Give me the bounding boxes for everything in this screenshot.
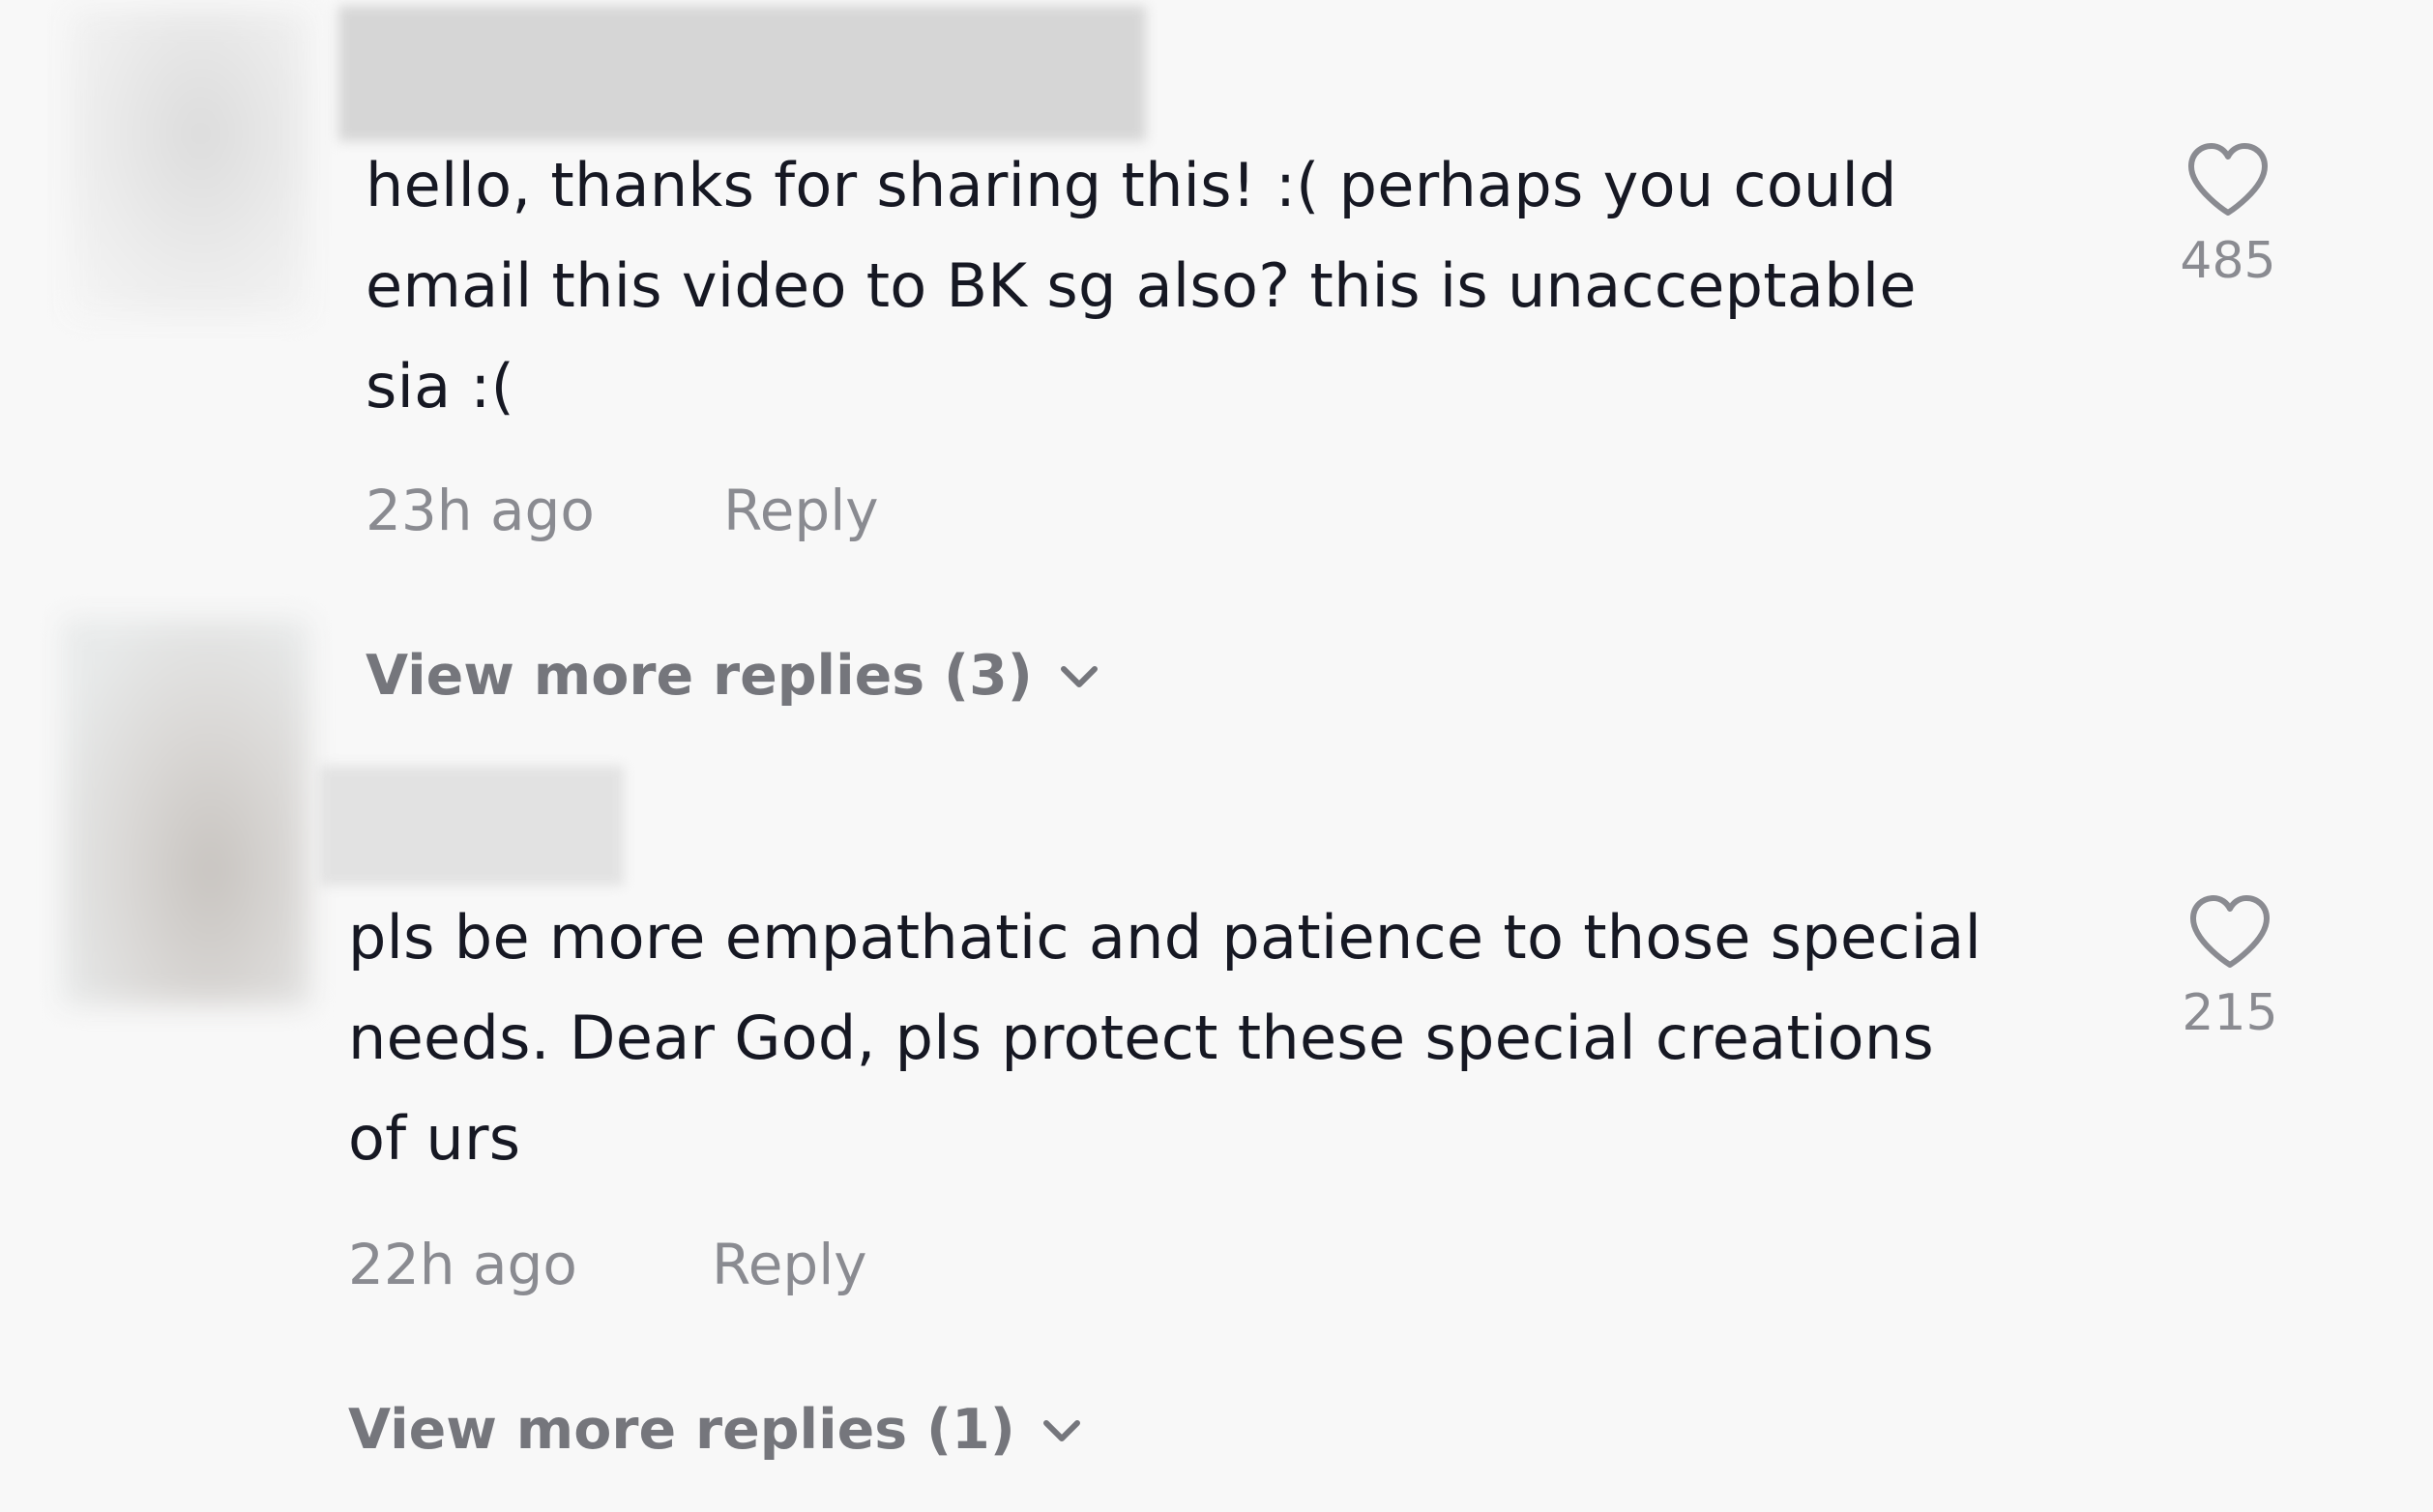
heart-outline-icon [2153, 893, 2307, 971]
avatar[interactable] [62, 619, 309, 1005]
reply-button[interactable]: Reply [723, 478, 879, 543]
heart-outline-icon [2151, 141, 2305, 218]
view-more-replies-button[interactable]: View more replies (1) [348, 1398, 1083, 1462]
view-more-replies-label: View more replies (1) [348, 1398, 1015, 1462]
comment-text: hello, thanks for sharing this! :( perha… [366, 150, 1917, 422]
reply-button[interactable]: Reply [712, 1232, 867, 1297]
comment-text: pls be more empathatic and patience to t… [348, 902, 1982, 1174]
chevron-down-icon [1058, 661, 1100, 690]
view-more-replies-button[interactable]: View more replies (3) [366, 644, 1100, 708]
like-count: 485 [2180, 232, 2276, 290]
chevron-down-icon [1041, 1415, 1083, 1444]
comment-timestamp: 22h ago [348, 1232, 577, 1297]
username-redacted[interactable] [338, 6, 1146, 141]
username-redacted[interactable] [319, 766, 624, 886]
avatar[interactable] [68, 10, 309, 319]
view-more-replies-label: View more replies (3) [366, 644, 1033, 708]
like-count: 215 [2182, 984, 2278, 1042]
comment-timestamp: 23h ago [366, 478, 595, 543]
like-button[interactable]: 485 [2151, 141, 2305, 290]
like-button[interactable]: 215 [2153, 893, 2307, 1042]
